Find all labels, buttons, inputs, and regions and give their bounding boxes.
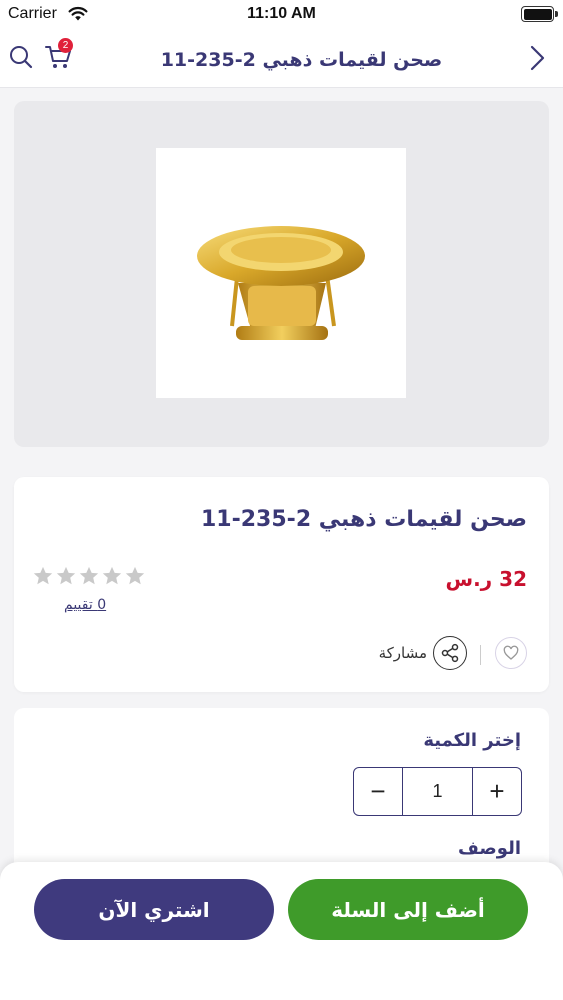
star-icon bbox=[56, 566, 76, 585]
star-icon bbox=[102, 566, 122, 585]
action-divider bbox=[480, 645, 481, 665]
search-icon[interactable] bbox=[8, 44, 34, 70]
status-bar: Carrier 11:10 AM bbox=[0, 0, 563, 30]
star-icon bbox=[33, 566, 53, 585]
rating-stars[interactable] bbox=[32, 565, 147, 587]
share-icon[interactable] bbox=[433, 636, 467, 670]
product-image-card bbox=[14, 101, 549, 447]
ratings-count-link[interactable]: 0 تقييم bbox=[64, 597, 106, 613]
add-to-cart-button[interactable]: أضف إلى السلة bbox=[288, 879, 528, 940]
quantity-stepper: − 1 + bbox=[353, 767, 522, 816]
heart-icon[interactable] bbox=[495, 637, 527, 669]
buy-now-button[interactable]: اشتري الآن bbox=[34, 879, 274, 940]
product-title: صحن لقيمات ذهبي 2-235-11 bbox=[200, 507, 527, 532]
page-title: صحن لقيمات ذهبي 2-235-11 bbox=[160, 49, 443, 71]
star-icon bbox=[125, 566, 145, 585]
cart-count-badge: 2 bbox=[58, 38, 73, 53]
product-info-card: صحن لقيمات ذهبي 2-235-11 32 ر.س 0 تقييم … bbox=[14, 477, 549, 692]
bottom-action-bar: اشتري الآن أضف إلى السلة bbox=[0, 862, 563, 1000]
battery-icon bbox=[521, 6, 558, 22]
chevron-right-icon[interactable] bbox=[527, 44, 547, 72]
share-label[interactable]: مشاركة bbox=[379, 644, 427, 662]
decrease-quantity-button[interactable]: − bbox=[354, 768, 403, 815]
product-image[interactable] bbox=[156, 148, 406, 398]
quantity-value[interactable]: 1 bbox=[403, 768, 472, 815]
description-label: الوصف bbox=[457, 838, 521, 859]
increase-quantity-button[interactable]: + bbox=[472, 768, 521, 815]
quantity-label: إختر الكمية bbox=[423, 730, 521, 751]
star-icon bbox=[79, 566, 99, 585]
product-price: 32 ر.س bbox=[445, 567, 527, 591]
nav-header: 2 صحن لقيمات ذهبي 2-235-11 bbox=[0, 30, 563, 88]
status-time: 11:10 AM bbox=[247, 5, 316, 22]
